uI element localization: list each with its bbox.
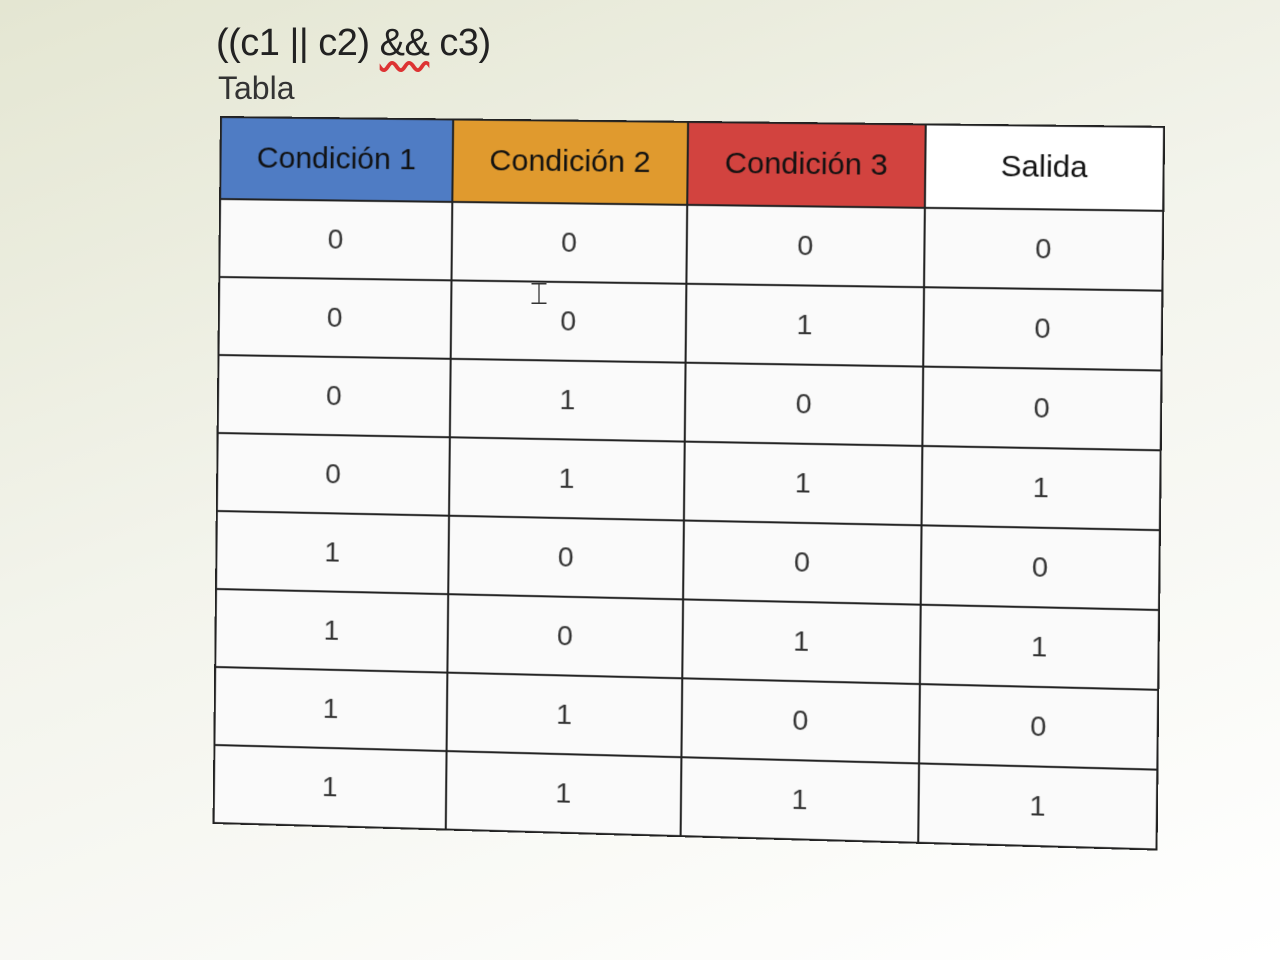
expression-heading: ((c1 || c2) && c3) [216,22,491,65]
table-header-row: Condición 1 Condición 2 Condición 3 Sali… [220,117,1164,211]
table-cell[interactable]: 1 [920,605,1159,690]
text-cursor-icon: ⌶ [530,278,548,312]
table-cell[interactable]: 0 [924,208,1163,291]
table-cell[interactable]: 0 [681,678,919,763]
table-cell[interactable]: 1 [446,751,682,836]
truth-table: Condición 1 Condición 2 Condición 3 Sali… [213,116,1166,851]
table-cell[interactable]: 1 [681,757,919,843]
expression-operator: && [380,22,430,64]
table-cell[interactable]: 1 [214,745,447,830]
table-cell[interactable]: 0 [685,363,923,446]
table-cell[interactable]: 1 [449,437,685,520]
table-cell[interactable]: 0 [921,525,1160,610]
table-cell[interactable]: 0 [217,433,450,516]
table-cell[interactable]: 0 [923,287,1162,370]
expression-part-2: c3) [429,22,490,64]
table-cell[interactable]: 0 [922,367,1161,451]
table-cell[interactable]: 1 [922,446,1161,530]
table-cell[interactable]: 0 [448,516,684,600]
table-cell[interactable]: 1 [682,599,920,684]
document-page: ((c1 || c2) && c3) Tabla Condición 1 Con… [0,0,1280,960]
table-cell[interactable]: 0 [219,199,452,280]
table-caption: Tabla [218,70,295,107]
header-condicion-2[interactable]: Condición 2 [452,119,688,204]
header-salida[interactable]: Salida [925,124,1164,210]
table-cell[interactable]: 1 [214,667,447,751]
expression-part-1: ((c1 || c2) [216,22,380,64]
table-cell[interactable]: 1 [216,511,449,594]
header-condicion-3[interactable]: Condición 3 [687,122,926,208]
table-cell[interactable]: 0 [447,594,683,678]
table-cell[interactable]: 0 [451,280,687,362]
table-cell[interactable]: 1 [684,442,922,526]
table-cell[interactable]: 0 [919,684,1158,770]
table-row: 0 0 0 0 [219,199,1163,291]
table-cell[interactable]: 1 [686,284,924,367]
header-condicion-1[interactable]: Condición 1 [220,117,453,202]
table-cell[interactable]: 1 [447,673,683,758]
table-cell[interactable]: 0 [683,520,921,604]
table-cell[interactable]: 1 [918,763,1157,849]
table-cell[interactable]: 1 [450,359,686,442]
table-cell[interactable]: 0 [218,277,451,359]
table-cell[interactable]: 0 [218,355,451,437]
table-cell[interactable]: 0 [686,205,924,287]
table-cell[interactable]: 0 [451,202,687,284]
table-cell[interactable]: 1 [215,589,448,673]
